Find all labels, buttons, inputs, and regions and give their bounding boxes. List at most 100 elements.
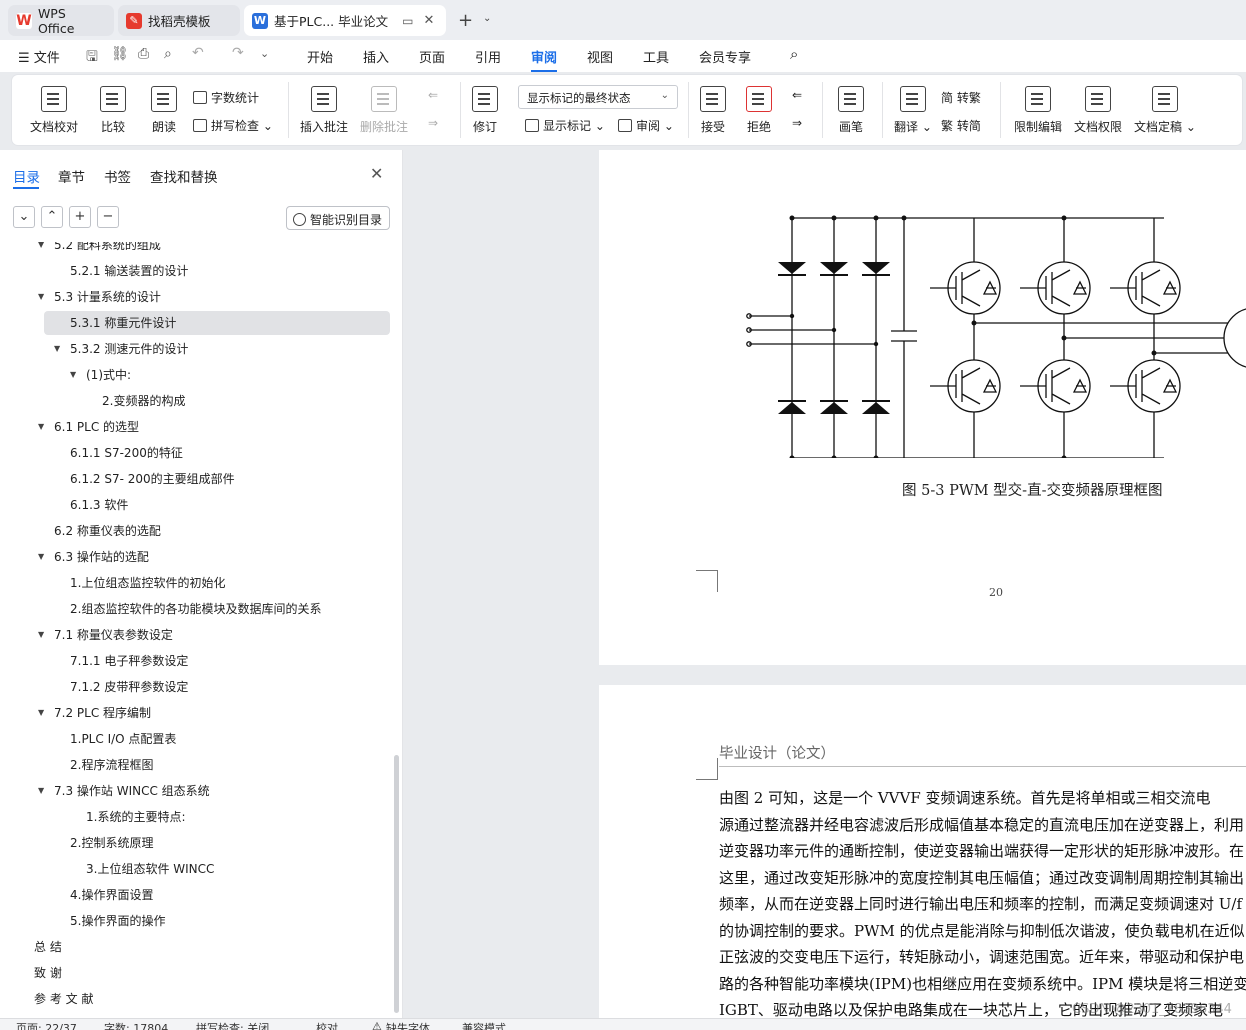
toc-item[interactable]: 2.程序流程框图 xyxy=(44,753,390,777)
toc-item[interactable]: 总 结 xyxy=(34,935,390,959)
doc-proof-button[interactable]: 文档校对 xyxy=(30,86,78,135)
close-icon[interactable]: ✕ xyxy=(370,164,383,183)
screen-icon[interactable]: ▭ xyxy=(402,14,413,28)
toc-item[interactable]: 1.PLC I/O 点配置表 xyxy=(44,727,390,751)
menu-member[interactable]: 会员专享 xyxy=(699,47,751,66)
save-icon[interactable]: 🖫 xyxy=(86,46,98,70)
toc-item[interactable]: 1.系统的主要特点: xyxy=(44,805,390,829)
toc-item[interactable]: 6.2 称重仪表的选配 xyxy=(44,519,390,543)
toc-item[interactable]: ▼ 7.1 称量仪表参数设定 xyxy=(38,623,390,647)
to-traditional-button[interactable]: 简 转繁 xyxy=(941,89,981,106)
toc-item[interactable]: 致 谢 xyxy=(34,961,390,985)
missing-font-status[interactable]: 缺失字体 xyxy=(386,1020,430,1030)
tab-chapters[interactable]: 章节 xyxy=(58,166,85,186)
menu-home[interactable]: 开始 xyxy=(307,47,333,66)
toc-item[interactable]: 5.3.1 称重元件设计 xyxy=(44,311,390,335)
tab-wps-office[interactable]: W WPS Office xyxy=(8,5,114,36)
next-comment-icon[interactable]: ⇒ xyxy=(428,116,438,130)
toc-item[interactable]: ▼ 7.2 PLC 程序编制 xyxy=(38,701,390,725)
expand-toggle-icon[interactable]: ▼ xyxy=(38,242,44,257)
tab-toc[interactable]: 目录 xyxy=(13,166,40,186)
new-tab-icon[interactable]: + xyxy=(458,10,473,31)
toc-item[interactable]: 4.操作界面设置 xyxy=(44,883,390,907)
smart-toc-button[interactable]: 智能识别目录 xyxy=(286,206,390,230)
toc-item[interactable]: ▼ 6.3 操作站的选配 xyxy=(38,545,390,569)
file-menu[interactable]: ☰ 文件 xyxy=(18,47,60,66)
next-change-icon[interactable]: ⇒ xyxy=(792,116,802,130)
expand-toggle-icon[interactable]: ▼ xyxy=(54,337,60,361)
read-aloud-button[interactable]: 朗读 xyxy=(151,86,177,135)
toc-item[interactable]: 6.1.2 S7- 200的主要组成部件 xyxy=(44,467,390,491)
expand-toggle-icon[interactable]: ▼ xyxy=(38,285,44,309)
chevron-down-icon[interactable]: ⌄ xyxy=(483,13,491,24)
expand-toggle-icon[interactable]: ▼ xyxy=(38,701,44,725)
accept-button[interactable]: 接受 xyxy=(700,86,726,135)
toc-item[interactable]: 2.组态监控软件的各功能模块及数据库间的关系 xyxy=(44,597,390,621)
tab-template[interactable]: ✎ 找稻壳模板 xyxy=(118,5,240,36)
page-indicator[interactable]: 页面: 22/37 xyxy=(16,1020,77,1030)
proof-status[interactable]: 校对 xyxy=(316,1020,338,1030)
toc-item[interactable]: 5.2.1 输送装置的设计 xyxy=(44,259,390,283)
chevron-down-icon[interactable]: ⌄ xyxy=(260,47,269,60)
compare-button[interactable]: 比较 xyxy=(100,86,126,135)
toc-item[interactable]: ▼ 7.3 操作站 WINCC 组态系统 xyxy=(38,779,390,803)
word-count-button[interactable]: 字数统计 xyxy=(193,89,259,106)
toc-item[interactable]: 2.变频器的构成 xyxy=(44,389,390,413)
share-icon[interactable]: ⛓ xyxy=(111,46,129,62)
show-markup-button[interactable]: 显示标记 ⌄ xyxy=(525,117,605,134)
compat-mode-status[interactable]: 兼容模式 xyxy=(462,1020,506,1030)
prev-comment-icon[interactable]: ⇐ xyxy=(428,88,438,102)
toc-item[interactable]: 2.控制系统原理 xyxy=(44,831,390,855)
delete-comment-button[interactable]: 删除批注 xyxy=(360,86,408,135)
menu-insert[interactable]: 插入 xyxy=(363,47,389,66)
search-icon[interactable]: ⌕ xyxy=(790,45,798,63)
translate-button[interactable]: 翻译 ⌄ xyxy=(894,86,932,135)
doc-finalize-button[interactable]: 文档定稿 ⌄ xyxy=(1134,86,1196,135)
tab-document[interactable]: W 基于PLC... 毕业论文 ▭ ✕ xyxy=(244,5,446,36)
remove-heading-button[interactable]: − xyxy=(97,206,119,228)
pen-button[interactable]: 画笔 xyxy=(838,86,864,135)
markup-state-select[interactable]: 显示标记的最终状态 ⌄ xyxy=(518,85,678,109)
expand-all-button[interactable]: ⌄ xyxy=(13,206,35,228)
toc-item[interactable]: 5.操作界面的操作 xyxy=(44,909,390,933)
menu-review[interactable]: 审阅 xyxy=(531,47,557,66)
word-count-status[interactable]: 字数: 17804 xyxy=(104,1020,168,1030)
print-preview-icon[interactable]: ⌕ xyxy=(164,46,172,62)
print-icon[interactable]: ⎙ xyxy=(138,46,149,62)
spell-check-button[interactable]: 拼写检查 ⌄ xyxy=(193,117,273,134)
insert-comment-button[interactable]: 插入批注 xyxy=(300,86,348,135)
close-tab-icon[interactable]: ✕ xyxy=(423,13,434,28)
collapse-button[interactable]: ⌃ xyxy=(41,206,63,228)
prev-change-icon[interactable]: ⇐ xyxy=(792,88,802,102)
restrict-edit-button[interactable]: 限制编辑 xyxy=(1014,86,1062,135)
menu-tools[interactable]: 工具 xyxy=(643,47,669,66)
doc-permission-button[interactable]: 文档权限 xyxy=(1074,86,1122,135)
menu-reference[interactable]: 引用 xyxy=(475,47,501,66)
redo-icon[interactable]: ↷ xyxy=(232,45,244,61)
toc-item[interactable]: ▼ 5.3 计量系统的设计 xyxy=(38,285,390,309)
toc-item[interactable]: 参 考 文 献 xyxy=(34,987,390,1011)
expand-toggle-icon[interactable]: ▼ xyxy=(38,779,44,803)
toc-item[interactable]: 7.1.1 电子秤参数设定 xyxy=(44,649,390,673)
menu-page[interactable]: 页面 xyxy=(419,47,445,66)
toc-item[interactable]: ▼ 5.3.2 测速元件的设计 xyxy=(44,337,390,361)
spell-check-status[interactable]: 拼写检查: 关闭 xyxy=(196,1020,269,1030)
tab-find-replace[interactable]: 查找和替换 xyxy=(150,166,218,186)
toc-item[interactable]: ▼ (1)式中: xyxy=(44,363,390,387)
expand-toggle-icon[interactable]: ▼ xyxy=(38,415,44,439)
review-pane-button[interactable]: 审阅 ⌄ xyxy=(618,117,674,134)
toc-item[interactable]: ▼ 5.2 配料系统的组成 xyxy=(38,242,390,257)
expand-toggle-icon[interactable]: ▼ xyxy=(38,623,44,647)
undo-icon[interactable]: ↶ xyxy=(192,45,204,61)
reject-button[interactable]: 拒绝 xyxy=(746,86,772,135)
menu-view[interactable]: 视图 xyxy=(587,47,613,66)
expand-toggle-icon[interactable]: ▼ xyxy=(38,545,44,569)
toc-item[interactable]: 6.1.3 软件 xyxy=(44,493,390,517)
toc-item[interactable]: 1.上位组态监控软件的初始化 xyxy=(44,571,390,595)
tab-bookmarks[interactable]: 书签 xyxy=(104,166,131,186)
document-area[interactable]: 图 5-3 PWM 型交-直-交变频器原理框图 20 毕业设计（论文） 由图 2… xyxy=(404,150,1246,1018)
expand-toggle-icon[interactable]: ▼ xyxy=(70,363,76,387)
toc-item[interactable]: 7.1.2 皮带秤参数设定 xyxy=(44,675,390,699)
add-heading-button[interactable]: + xyxy=(69,206,91,228)
sidebar-scrollbar[interactable] xyxy=(394,755,399,1013)
